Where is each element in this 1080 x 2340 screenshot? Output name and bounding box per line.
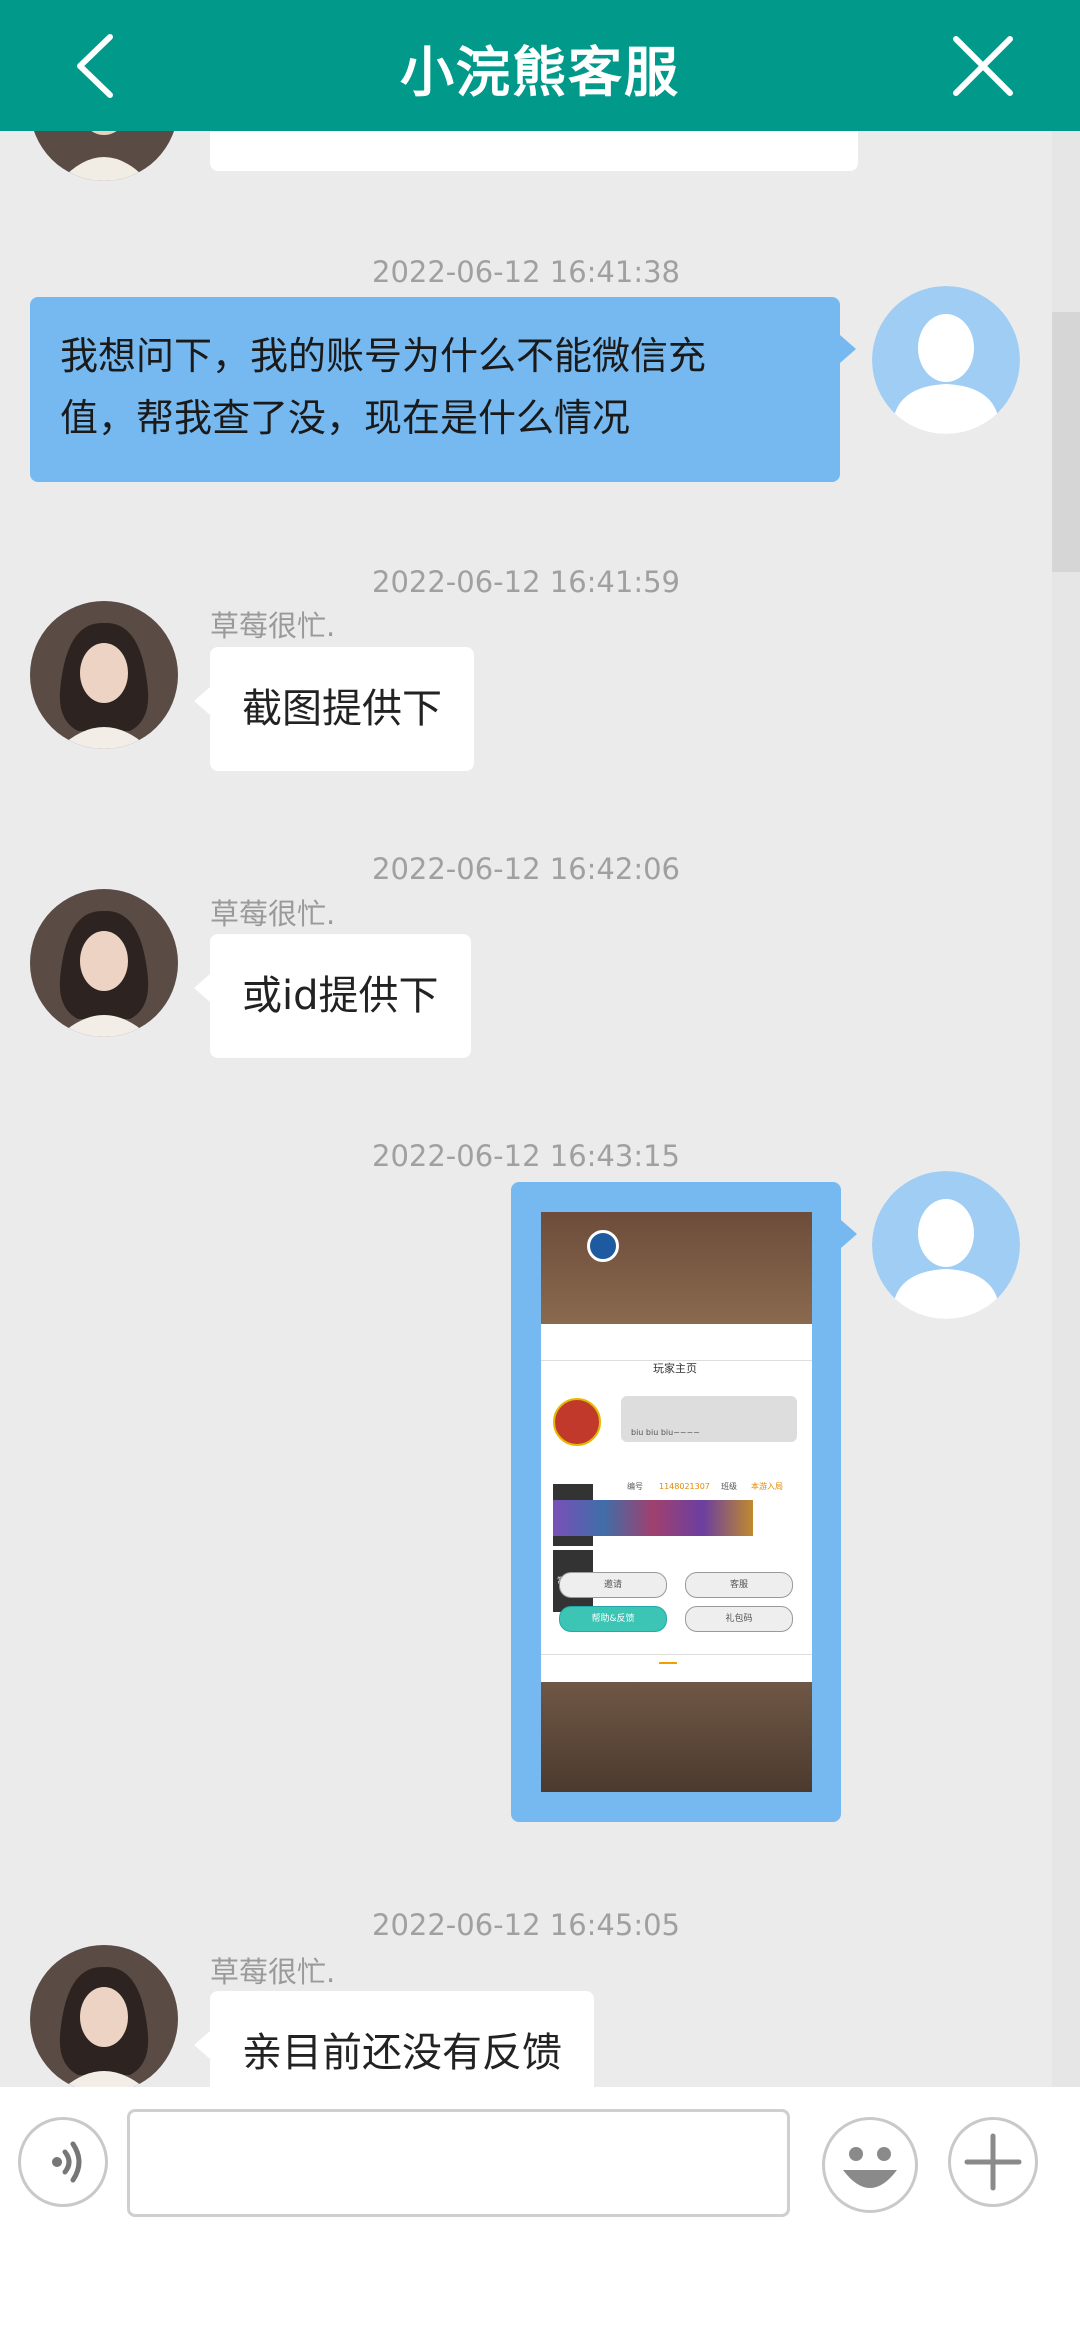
user-image-bubble[interactable]: 玩家主页 充值！你怎么看 biu biu biu~~~~ 编号 11480213… [511, 1182, 857, 1822]
message-timestamp: 2022-06-12 16:41:59 [372, 565, 680, 599]
message-timestamp: 2022-06-12 16:45:05 [372, 1908, 680, 1942]
agent-avatar[interactable] [30, 601, 178, 749]
game-background-top [541, 1212, 812, 1324]
agent-message-bubble[interactable]: 亲目前还没有反馈 [194, 1991, 594, 2087]
previous-message-bubble [210, 131, 858, 171]
message-text-line: 值，帮我查了没，现在是什么情况 [60, 396, 631, 440]
thumbnail-group-value: 本游入局 [751, 1482, 783, 1491]
agent-avatar[interactable] [30, 889, 178, 1037]
thumbnail-player-avatar [553, 1398, 601, 1446]
close-icon[interactable] [950, 33, 1016, 99]
agent-message-bubble[interactable]: 截图提供下 [194, 647, 474, 771]
divider [541, 1360, 812, 1361]
message-timestamp: 2022-06-12 16:43:15 [372, 1139, 680, 1173]
message-composer [0, 2087, 1080, 2340]
message-input[interactable] [127, 2109, 790, 2217]
agent-avatar[interactable] [30, 1945, 178, 2087]
agent-nickname: 草莓很忙. [210, 897, 336, 931]
chat-message-list[interactable]: 2022-06-12 16:41:38 我想问下，我的账号为什么不能微信充 值，… [0, 131, 1052, 2087]
agent-nickname: 草莓很忙. [210, 1955, 336, 1989]
game-logo-icon [587, 1230, 619, 1262]
message-text-line: 我想问下，我的账号为什么不能微信充 [60, 334, 707, 378]
game-background-bottom [541, 1682, 812, 1792]
screenshot-thumbnail[interactable]: 玩家主页 充值！你怎么看 biu biu biu~~~~ 编号 11480213… [541, 1212, 812, 1792]
user-avatar-icon[interactable] [872, 1171, 1020, 1319]
agent-nickname: 草莓很忙. [210, 609, 336, 643]
message-timestamp: 2022-06-12 16:42:06 [372, 852, 680, 886]
message-timestamp: 2022-06-12 16:41:38 [372, 255, 680, 289]
user-avatar-icon[interactable] [872, 286, 1020, 434]
plus-icon[interactable] [948, 2117, 1038, 2207]
agent-message-bubble[interactable]: 或id提供下 [194, 934, 471, 1058]
agent-avatar [30, 131, 178, 181]
thumbnail-hero-row [553, 1500, 753, 1536]
voice-icon[interactable] [18, 2117, 108, 2207]
scrollbar-thumb[interactable] [1052, 312, 1080, 572]
thumbnail-button: 帮助&反馈 [559, 1606, 667, 1632]
header-bar: 小浣熊客服 [0, 0, 1080, 131]
thumbnail-button: 礼包码 [685, 1606, 793, 1632]
emoji-icon[interactable] [822, 2117, 918, 2213]
page-title: 小浣熊客服 [400, 41, 680, 104]
thumbnail-button: 邀请 [559, 1572, 667, 1598]
thumbnail-bubble-text: biu biu biu~~~~ [631, 1428, 701, 1437]
user-message-bubble[interactable]: 我想问下，我的账号为什么不能微信充 值，帮我查了没，现在是什么情况 [30, 297, 856, 482]
thumbnail-button: 客服 [685, 1572, 793, 1598]
